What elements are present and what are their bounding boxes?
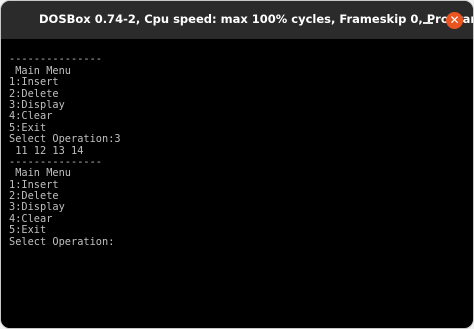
operation-prompt-active[interactable]: Select Operation: [9,235,121,248]
menu-option-insert: 1:Insert [9,76,59,89]
dosbox-window: DOSBox 0.74-2, Cpu speed: max 100% cycle… [0,0,474,329]
close-icon: ✕ [449,13,460,27]
window-title: DOSBox 0.74-2, Cpu speed: max 100% cycle… [39,12,474,26]
operation-prompt: Select Operation:3 [9,133,121,146]
prompt-text: Select Operation: [9,235,115,248]
dos-screen[interactable]: --------------- Main Menu 1:Insert 2:Delet… [1,39,473,328]
close-button[interactable]: ✕ [446,12,463,29]
terminal-output: --------------- Main Menu 1:Insert 2:Delet… [9,43,121,248]
title-bar[interactable]: DOSBox 0.74-2, Cpu speed: max 100% cycle… [1,1,473,39]
menu-title: Main Menu [9,167,71,180]
minimize-button[interactable] [421,13,435,27]
